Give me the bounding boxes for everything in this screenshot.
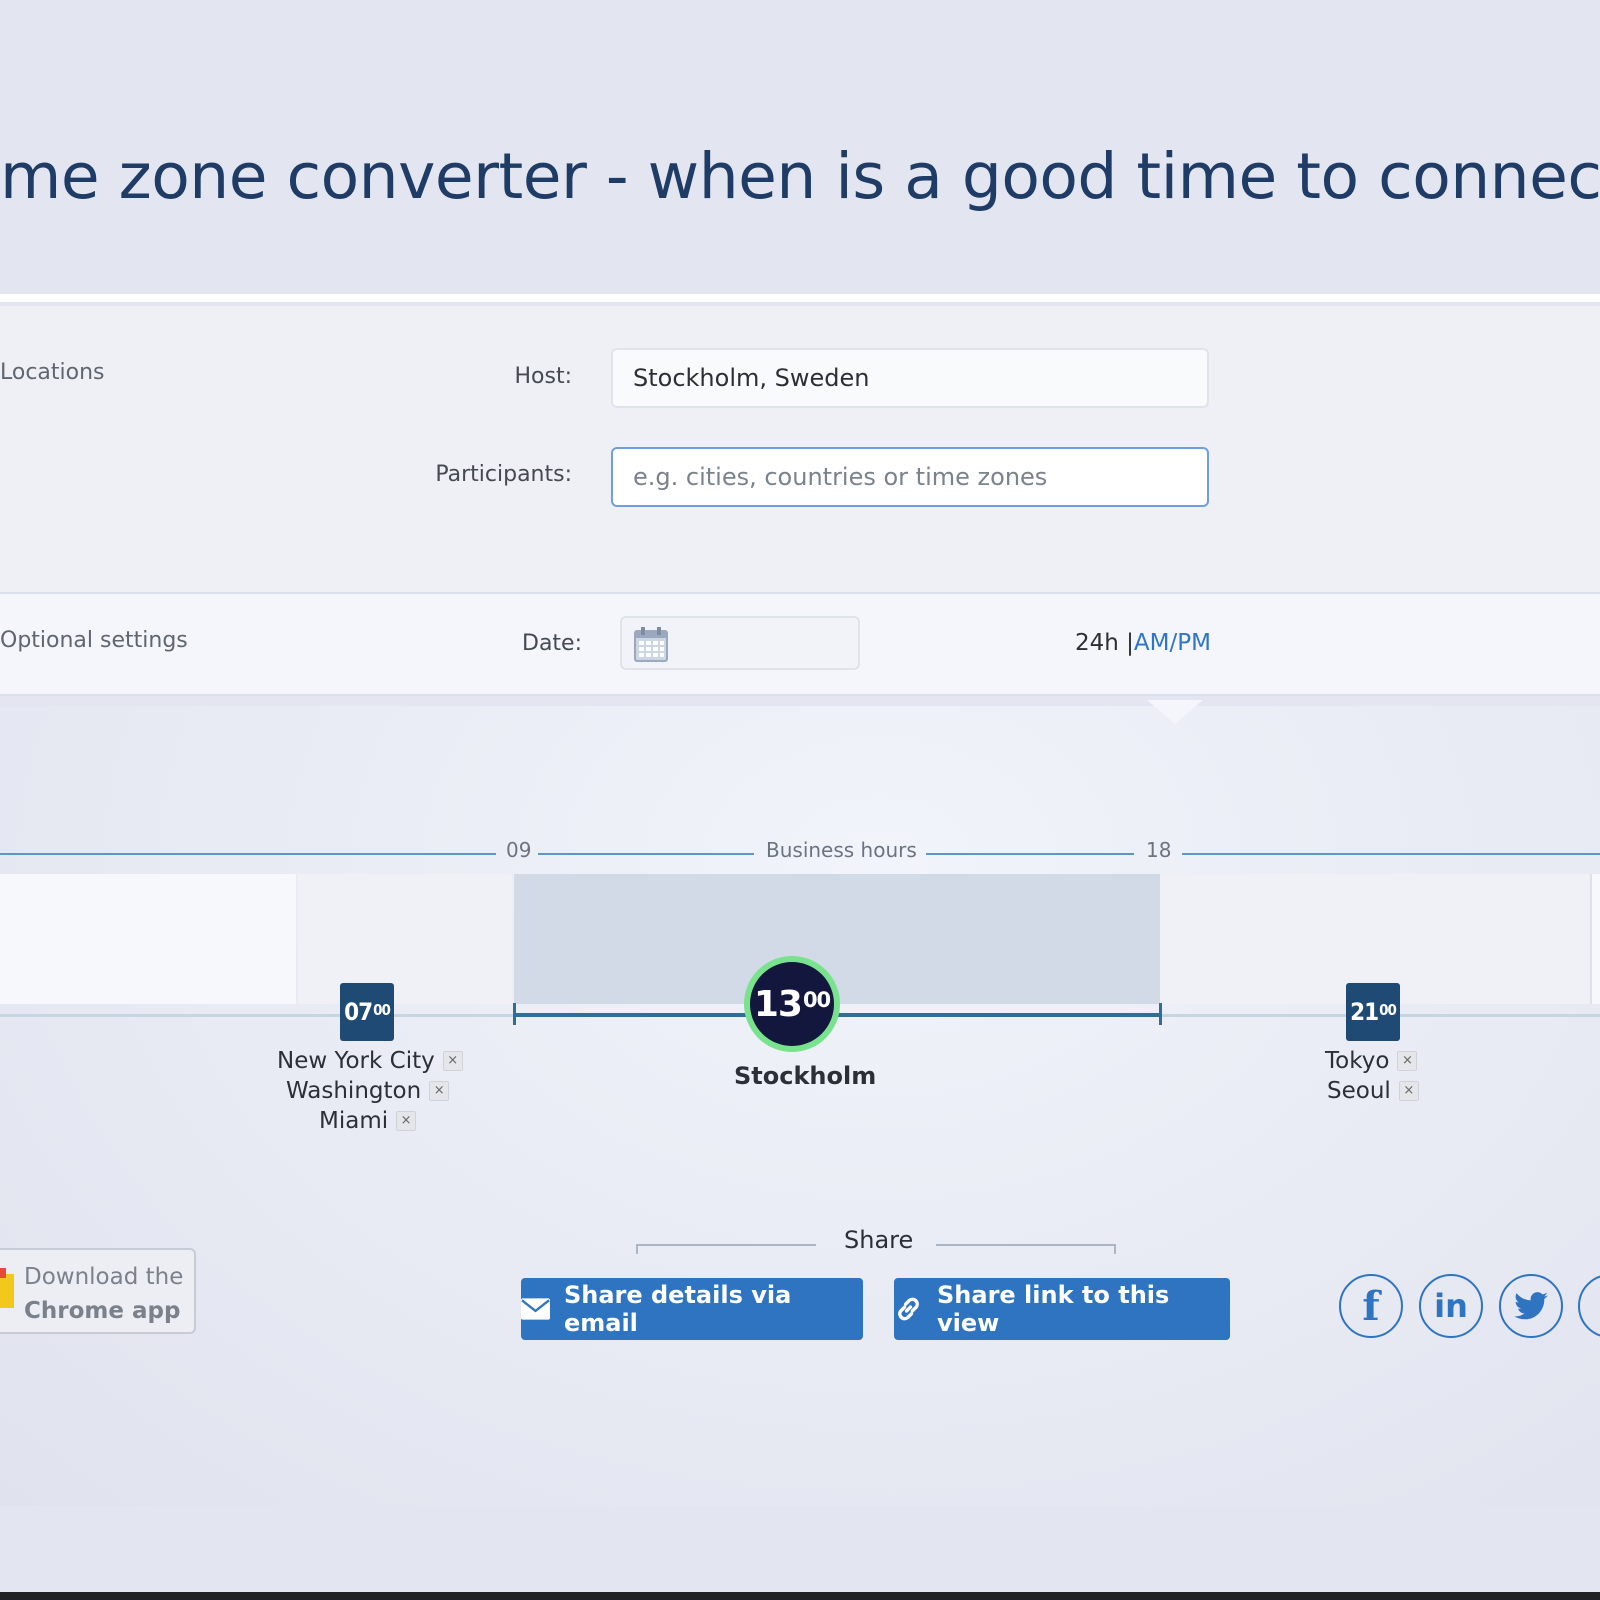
host-input[interactable] xyxy=(611,348,1209,408)
business-hours-segment xyxy=(514,874,1160,1004)
host-label: Host: xyxy=(514,364,572,389)
bottom-bar xyxy=(0,1592,1600,1600)
business-end-label: 18 xyxy=(1146,838,1172,862)
participants-input[interactable] xyxy=(611,447,1209,507)
timeline-morning-segment xyxy=(298,874,512,1004)
envelope-icon xyxy=(521,1298,550,1320)
timeline-header-line xyxy=(538,853,754,855)
timeline-night-segment xyxy=(1590,874,1600,1004)
remove-city-button[interactable]: × xyxy=(442,1051,463,1071)
share-label: Share xyxy=(844,1226,914,1254)
business-end-tick xyxy=(1159,1003,1162,1025)
share-divider-line xyxy=(636,1244,816,1246)
time-badge[interactable]: 21 00 xyxy=(1346,983,1400,1041)
time-badge[interactable]: 07 00 xyxy=(340,983,394,1041)
timeline-area xyxy=(0,706,1600,1506)
divider xyxy=(0,294,1600,302)
facebook-icon[interactable]: f xyxy=(1339,1274,1403,1338)
remove-city-button[interactable]: × xyxy=(429,1081,450,1101)
share-divider-cap xyxy=(636,1244,638,1254)
participant-city: New York City × xyxy=(277,1048,463,1074)
participant-city: Miami × xyxy=(319,1108,417,1134)
share-email-label: Share details via email xyxy=(563,1281,792,1337)
share-divider-cap xyxy=(1114,1244,1116,1254)
date-picker[interactable] xyxy=(620,616,860,670)
time-format-toggle: 24h |AM/PM xyxy=(1075,630,1211,656)
page-title: me zone converter - when is a good time … xyxy=(0,140,1600,213)
business-start-tick xyxy=(513,1003,516,1025)
share-link-button[interactable]: Share link to this view xyxy=(894,1278,1230,1340)
participant-city: Washington × xyxy=(286,1078,450,1104)
participants-label: Participants: xyxy=(435,462,572,487)
link-icon xyxy=(898,1297,919,1321)
date-label: Date: xyxy=(522,631,582,656)
chrome-app-icon xyxy=(0,1268,14,1308)
remove-city-button[interactable]: × xyxy=(1397,1051,1418,1071)
city-name: Washington xyxy=(286,1078,422,1104)
share-divider-line xyxy=(936,1244,1116,1246)
panel-notch xyxy=(1147,700,1203,724)
linkedin-icon[interactable]: in xyxy=(1419,1274,1483,1338)
chrome-app-button[interactable]: Download the Chrome app xyxy=(0,1248,196,1334)
format-separator: | xyxy=(1126,630,1134,656)
chrome-app-line1: Download the xyxy=(24,1264,184,1290)
calendar-icon[interactable] xyxy=(634,626,668,662)
host-time-badge[interactable]: 13 00 xyxy=(744,956,840,1052)
city-name: Seoul xyxy=(1327,1078,1391,1104)
remove-city-button[interactable]: × xyxy=(396,1111,417,1131)
format-ampm-link[interactable]: AM/PM xyxy=(1134,630,1211,656)
locations-section-label: Locations xyxy=(0,360,105,385)
format-24h[interactable]: 24h xyxy=(1075,630,1119,656)
timeline-header-line xyxy=(1182,853,1600,855)
participant-city: Seoul × xyxy=(1327,1078,1419,1104)
share-email-button[interactable]: Share details via email xyxy=(521,1278,863,1340)
city-name: New York City xyxy=(277,1048,435,1074)
remove-city-button[interactable]: × xyxy=(1398,1081,1419,1101)
city-name: Tokyo xyxy=(1325,1048,1390,1074)
chrome-app-line2: Chrome app xyxy=(24,1298,181,1324)
host-city-name: Stockholm xyxy=(734,1062,877,1090)
twitter-bird-shape xyxy=(1514,1292,1548,1320)
timeline-header-line xyxy=(0,853,496,855)
twitter-icon[interactable] xyxy=(1499,1274,1563,1338)
participant-city: Tokyo × xyxy=(1325,1048,1418,1074)
business-hours-label: Business hours xyxy=(766,838,917,862)
timeline-night-segment xyxy=(0,874,296,1004)
timeline-header-line xyxy=(926,853,1134,855)
business-start-label: 09 xyxy=(506,838,532,862)
share-link-label: Share link to this view xyxy=(937,1281,1170,1337)
city-name: Miami xyxy=(319,1108,389,1134)
optional-settings-label: Optional settings xyxy=(0,628,188,653)
